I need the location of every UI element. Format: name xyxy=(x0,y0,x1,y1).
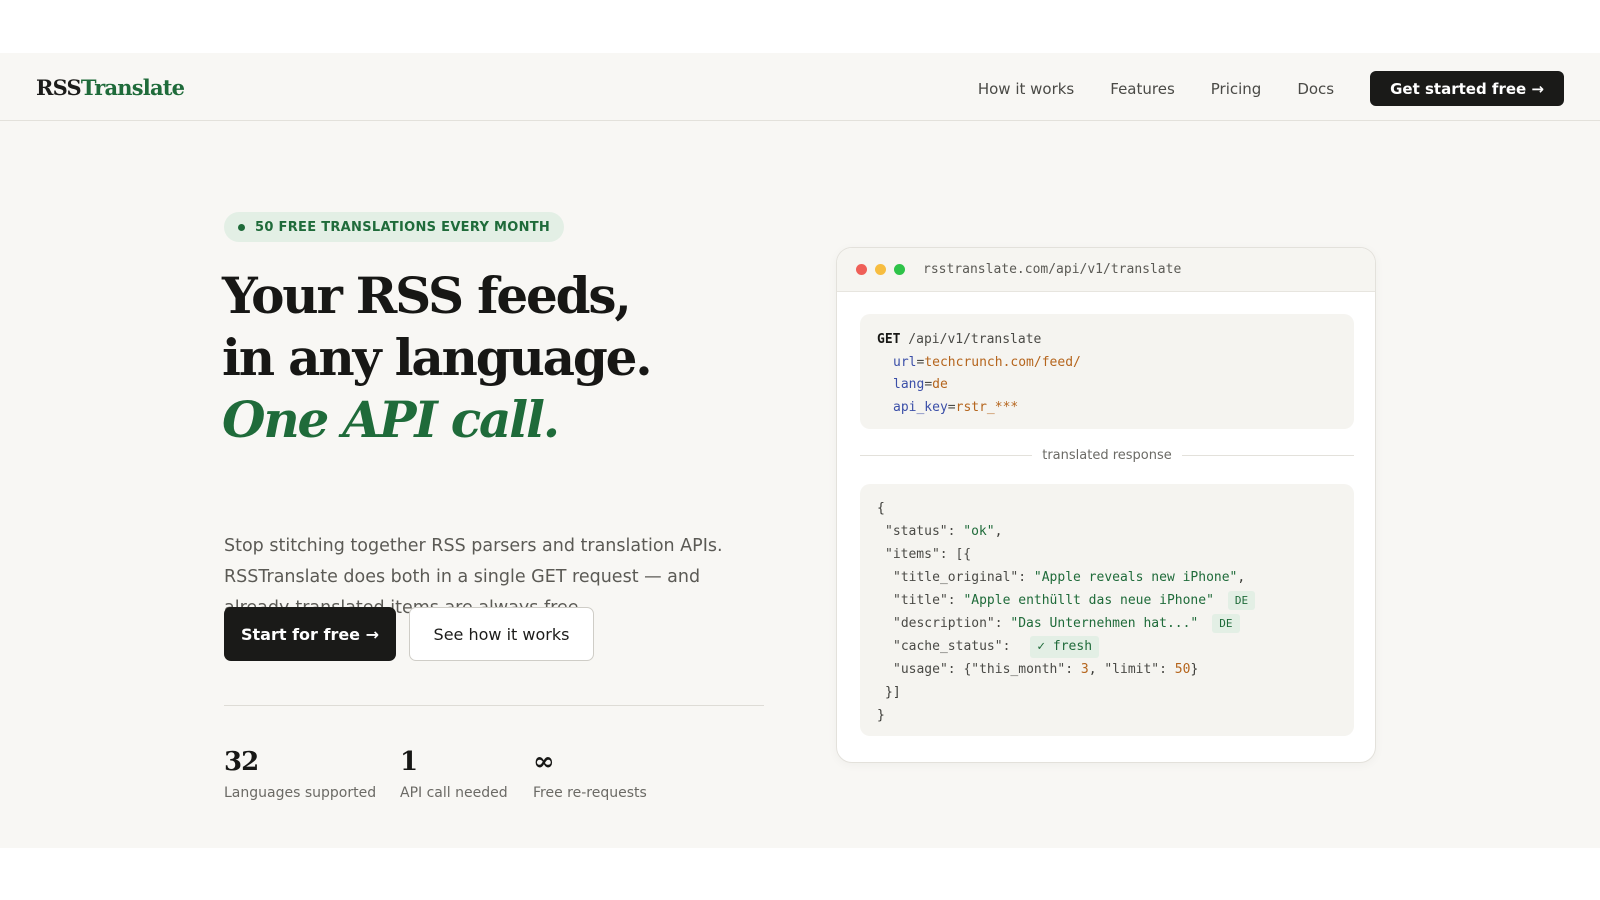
stat-label: Free re-requests xyxy=(533,785,647,801)
json-value: "Apple enthüllt das neue iPhone" xyxy=(963,593,1214,608)
json-line: "items": [{ xyxy=(877,543,1337,566)
main-nav: How it works Features Pricing Docs Get s… xyxy=(978,71,1564,106)
stat-label: Languages supported xyxy=(224,785,377,801)
stat-value: ∞ xyxy=(533,747,555,777)
json-line: "title_original": "Apple reveals new iPh… xyxy=(877,566,1337,589)
param-value: de xyxy=(932,377,948,392)
headline-line-2: in any language. xyxy=(222,328,653,387)
stat-value: 1 xyxy=(400,747,418,777)
logo-accent: Translate xyxy=(80,75,185,100)
separator-label: translated response xyxy=(1042,447,1172,463)
request-param: url=techcrunch.com/feed/ xyxy=(893,354,1081,370)
param-value: rstr_*** xyxy=(955,399,1019,415)
stats-divider xyxy=(224,705,764,706)
free-translations-badge: 50 FREE TRANSLATIONS EVERY MONTH xyxy=(224,212,565,242)
see-how-it-works-button[interactable]: See how it works xyxy=(409,607,594,661)
json-key: "this_month": xyxy=(971,662,1081,677)
json-key: "usage": { xyxy=(893,662,972,677)
json-key: "items": [{ xyxy=(885,547,972,562)
json-key: "limit": xyxy=(1104,662,1175,677)
json-value: "Apple reveals new iPhone" xyxy=(1033,570,1238,585)
json-value: 50 xyxy=(1174,662,1191,677)
json-punct: }] xyxy=(885,685,901,700)
json-line: "title": "Apple enthüllt das neue iPhone… xyxy=(877,589,1337,612)
api-demo-window: rsstranslate.com/api/v1/translate GET /a… xyxy=(836,247,1376,763)
stat-value: 32 xyxy=(224,747,259,777)
get-started-button[interactable]: Get started free → xyxy=(1370,71,1564,106)
window-url: rsstranslate.com/api/v1/translate xyxy=(923,262,1182,277)
json-key: "description": xyxy=(893,616,1011,631)
site-header: RSSTranslate How it works Features Prici… xyxy=(0,53,1600,121)
nav-how-it-works[interactable]: How it works xyxy=(978,80,1074,98)
stat-label: API call needed xyxy=(400,785,508,801)
nav-features[interactable]: Features xyxy=(1110,80,1175,98)
request-block: GET /api/v1/translate url=techcrunch.com… xyxy=(860,314,1354,429)
badge-dot-icon xyxy=(238,223,245,231)
headline-line-3: One API call. xyxy=(222,390,560,449)
json-value: "Das Unternehmen hat..." xyxy=(1010,616,1199,631)
json-punct: } xyxy=(877,708,885,723)
json-line: "status": "ok", xyxy=(877,520,1337,543)
request-path: /api/v1/translate xyxy=(900,332,1042,347)
json-key: "cache_status": xyxy=(893,639,1019,654)
stat-re-requests: ∞ Free re-requests xyxy=(533,747,647,801)
request-param: lang=de xyxy=(893,377,948,392)
separator-line xyxy=(1181,454,1354,456)
json-punct: { xyxy=(877,501,885,516)
json-value: "ok" xyxy=(963,524,995,539)
json-key: "status": xyxy=(885,524,964,539)
cache-status-badge: ✓ fresh xyxy=(1030,635,1100,658)
language-tag: DE xyxy=(1212,614,1240,633)
json-value: 3 xyxy=(1080,662,1089,677)
param-key: lang xyxy=(893,377,925,392)
separator-line xyxy=(860,454,1033,456)
json-key: "title_original": xyxy=(893,570,1034,585)
badge-text: 50 FREE TRANSLATIONS EVERY MONTH xyxy=(255,219,551,235)
minimize-dot-icon xyxy=(875,264,886,275)
json-line: { xyxy=(877,497,1337,520)
request-line: GET /api/v1/translate xyxy=(877,329,1337,352)
json-line: "description": "Das Unternehmen hat..." D… xyxy=(877,612,1337,635)
param-value: techcrunch.com/feed/ xyxy=(924,354,1081,370)
nav-docs[interactable]: Docs xyxy=(1297,80,1334,98)
param-key: url xyxy=(893,354,917,370)
stat-languages: 32 Languages supported xyxy=(224,747,376,801)
start-for-free-button[interactable]: Start for free → xyxy=(224,607,396,661)
json-line: } xyxy=(877,704,1337,727)
landing-page: RSSTranslate How it works Features Prici… xyxy=(0,53,1600,848)
logo-primary: RSS xyxy=(36,75,82,100)
hero-headline: Your RSS feeds, in any language. One API… xyxy=(222,265,653,451)
maximize-dot-icon xyxy=(894,264,905,275)
json-key: "title": xyxy=(893,593,964,608)
request-method: GET xyxy=(877,332,901,347)
response-separator: translated response xyxy=(860,447,1354,463)
headline-line-1: Your RSS feeds, xyxy=(222,266,632,325)
language-tag: DE xyxy=(1227,591,1256,610)
request-param: api_key=rstr_*** xyxy=(893,399,1019,415)
window-titlebar: rsstranslate.com/api/v1/translate xyxy=(837,248,1375,292)
close-dot-icon xyxy=(856,264,867,275)
nav-pricing[interactable]: Pricing xyxy=(1211,80,1262,98)
logo[interactable]: RSSTranslate xyxy=(36,75,185,100)
json-line: }] xyxy=(877,681,1337,704)
json-line: "usage": {"this_month": 3, "limit": 50} xyxy=(877,658,1337,681)
stat-api-calls: 1 API call needed xyxy=(400,747,508,801)
response-block: { "status": "ok", "items": [{ "title_ori… xyxy=(860,484,1354,736)
json-line: "cache_status": ✓ fresh xyxy=(877,635,1337,658)
param-key: api_key xyxy=(893,399,948,415)
